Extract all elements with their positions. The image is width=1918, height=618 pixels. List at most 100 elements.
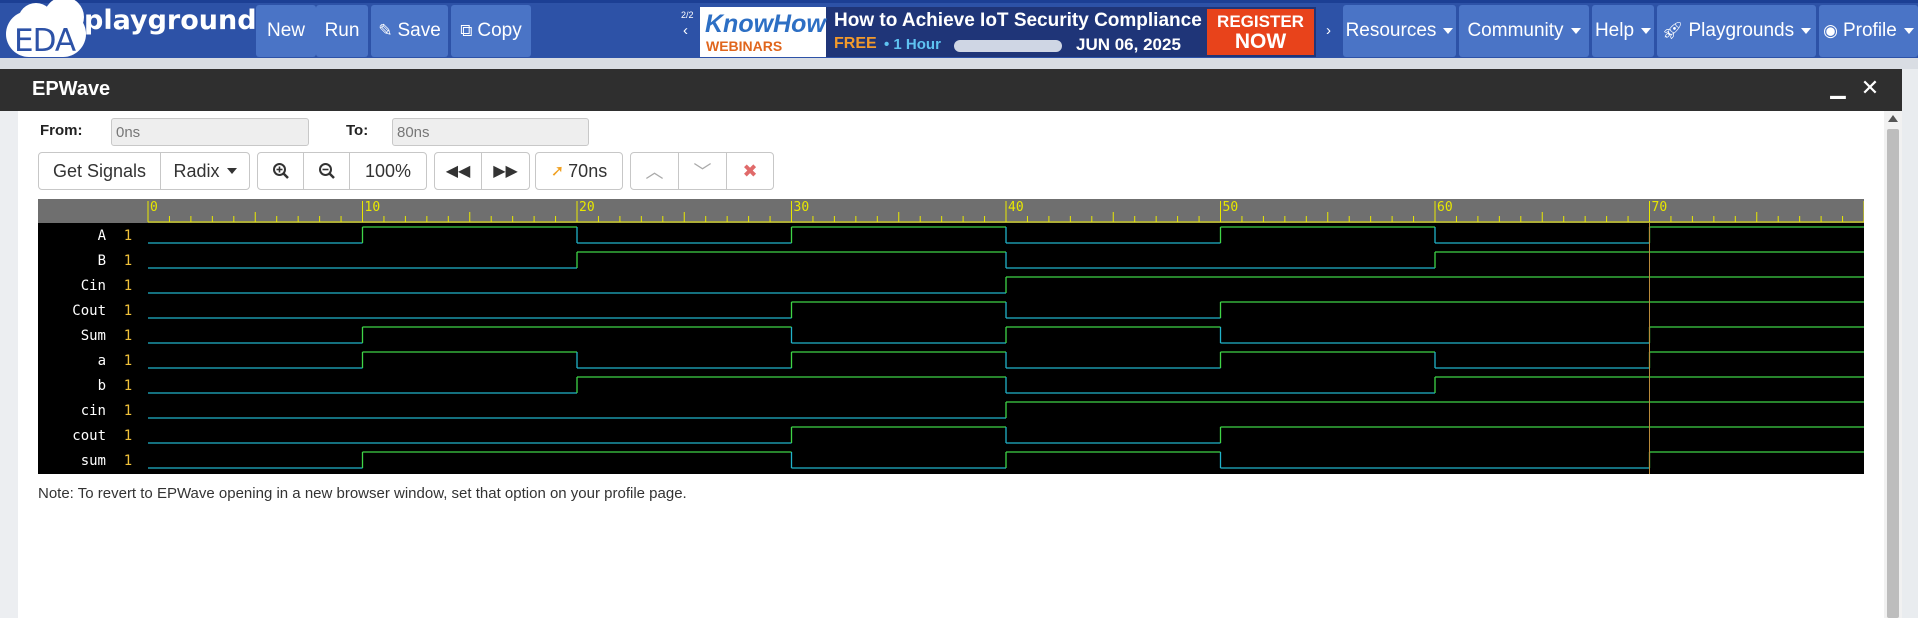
zoom-group: 100% xyxy=(257,152,427,190)
signal-name[interactable]: Cin xyxy=(81,278,106,294)
copy-icon: ⧉ xyxy=(460,21,473,40)
signal-name[interactable]: Cout xyxy=(72,303,106,319)
caret-down-icon xyxy=(1903,28,1914,34)
scroll-up-arrow-icon[interactable] xyxy=(1888,115,1898,122)
copy-label: Copy xyxy=(477,20,522,41)
profile-note: Note: To revert to EPWave opening in a n… xyxy=(38,485,687,502)
step-back-button[interactable]: ◀◀ xyxy=(435,153,482,189)
signal-value: 1 xyxy=(124,253,132,269)
save-button[interactable]: ✎ Save xyxy=(371,5,448,57)
signal-name[interactable]: cout xyxy=(72,428,106,444)
signal-name[interactable]: cin xyxy=(81,403,106,419)
ad-counter: 2/2 xyxy=(681,10,694,20)
ad-register-text: REGISTER xyxy=(1217,12,1304,31)
zoom-out-button[interactable] xyxy=(304,153,350,189)
from-label: From: xyxy=(40,122,83,139)
zoom-in-icon xyxy=(272,163,289,179)
signals-radix-group: Get Signals Radix xyxy=(38,152,250,190)
signal-value: 1 xyxy=(124,428,132,444)
cursor-time-button[interactable]: ➚ 70ns xyxy=(536,153,622,189)
remove-signal-button[interactable]: ✖ xyxy=(727,153,773,189)
close-icon[interactable]: ✕ xyxy=(1858,75,1882,101)
signal-value: 1 xyxy=(124,378,132,394)
ruler-tick-label: 20 xyxy=(579,200,595,215)
zoom-in-button[interactable] xyxy=(258,153,304,189)
to-time-input[interactable] xyxy=(392,118,589,146)
cursor-time-value: 70ns xyxy=(568,160,608,181)
rocket-icon: 🚀︎ xyxy=(1661,21,1684,40)
ad-now-text: NOW xyxy=(1234,30,1287,53)
help-menu[interactable]: Help xyxy=(1592,5,1654,57)
waveform-viewer[interactable]: 0 10 20 30 40 50 60 70 A 1 B 1 Cin 1 Cout 1 Sum 1 a 1 b 1 cin… xyxy=(38,199,1864,474)
ad-register-button[interactable]: REGISTER NOW xyxy=(1207,9,1314,55)
zoom-level[interactable]: 100% xyxy=(350,153,426,189)
ad-prev-chevron-icon[interactable]: ‹ xyxy=(683,22,688,39)
time-ruler xyxy=(38,199,1864,223)
get-signals-button[interactable]: Get Signals xyxy=(39,153,161,189)
ad-headline: How to Achieve IoT Security Compliance xyxy=(834,10,1202,31)
forward-icon: ▶▶ xyxy=(493,163,518,180)
ad-next-chevron-icon[interactable]: › xyxy=(1326,22,1331,39)
caret-down-icon xyxy=(1641,28,1652,34)
resources-label: Resources xyxy=(1345,20,1437,41)
community-menu[interactable]: Community xyxy=(1459,5,1589,57)
waveform-background xyxy=(38,199,1864,474)
move-up-button[interactable]: ︿ xyxy=(631,153,679,189)
ad-duration: • 1 Hour xyxy=(884,36,941,53)
run-button[interactable]: Run xyxy=(316,5,368,57)
vertical-scrollbar[interactable] xyxy=(1884,111,1902,618)
ad-free: FREE xyxy=(834,35,877,52)
signal-value: 1 xyxy=(124,228,132,244)
community-label: Community xyxy=(1467,20,1564,41)
ad-carousel-indicator xyxy=(954,40,1062,52)
playgrounds-menu[interactable]: 🚀︎ Playgrounds xyxy=(1657,5,1816,57)
navigate-group: ◀◀ ▶▶ xyxy=(434,152,530,190)
pencil-icon: ✎ xyxy=(378,21,393,40)
signal-name[interactable]: sum xyxy=(81,453,106,469)
ruler-tick-label: 70 xyxy=(1652,200,1668,215)
ad-brand-top: KnowHow xyxy=(705,10,826,38)
profile-menu[interactable]: ◉ Profile xyxy=(1819,5,1918,57)
advertisement-banner[interactable]: KnowHow WEBINARS How to Achieve IoT Secu… xyxy=(700,7,1316,57)
navbar: EDA playground New Run ✎ Save ⧉ Copy 2/2 ‹… xyxy=(0,0,1918,59)
signal-value: 1 xyxy=(124,403,132,419)
chevron-up-icon: ︿ xyxy=(645,162,664,182)
profile-label: Profile xyxy=(1842,20,1897,41)
remove-x-icon: ✖ xyxy=(742,160,758,181)
caret-down-icon xyxy=(226,168,237,174)
signal-value: 1 xyxy=(124,328,132,344)
radix-dropdown[interactable]: Radix xyxy=(161,153,249,189)
caret-down-icon xyxy=(1443,28,1454,34)
step-forward-button[interactable]: ▶▶ xyxy=(482,153,529,189)
copy-button[interactable]: ⧉ Copy xyxy=(451,5,531,57)
signal-name[interactable]: a xyxy=(98,353,106,369)
signal-value: 1 xyxy=(124,278,132,294)
eda-playground-logo[interactable]: EDA playground xyxy=(4,0,257,59)
signal-order-group: ︿ ﹀ ✖ xyxy=(630,152,774,190)
signal-name[interactable]: A xyxy=(98,228,107,244)
cursor-group: ➚ 70ns xyxy=(535,152,623,190)
signal-value: 1 xyxy=(124,353,132,369)
zoom-out-icon xyxy=(318,163,335,179)
knowhow-logo: KnowHow WEBINARS xyxy=(700,7,826,57)
signal-name[interactable]: Sum xyxy=(81,328,106,344)
resources-menu[interactable]: Resources xyxy=(1343,5,1456,57)
background-page-edge xyxy=(0,111,18,618)
scrollbar-thumb[interactable] xyxy=(1887,129,1899,618)
ruler-tick-label: 40 xyxy=(1008,200,1024,215)
playgrounds-label: Playgrounds xyxy=(1688,20,1795,41)
move-down-button[interactable]: ﹀ xyxy=(679,153,727,189)
new-label: New xyxy=(266,20,305,41)
save-label: Save xyxy=(397,20,441,41)
new-button[interactable]: New xyxy=(256,5,316,57)
minimize-icon[interactable]: ▁ xyxy=(1826,75,1850,100)
ruler-tick-label: 10 xyxy=(365,200,381,215)
signal-name[interactable]: B xyxy=(98,253,106,269)
ruler-tick-label: 60 xyxy=(1437,200,1453,215)
ad-brand-bottom: WEBINARS xyxy=(706,38,783,54)
run-label: Run xyxy=(324,20,360,41)
signal-value: 1 xyxy=(124,453,132,469)
modal-header: EPWave ▁ ✕ xyxy=(0,69,1902,111)
signal-name[interactable]: b xyxy=(98,378,106,394)
from-time-input[interactable] xyxy=(111,118,309,146)
